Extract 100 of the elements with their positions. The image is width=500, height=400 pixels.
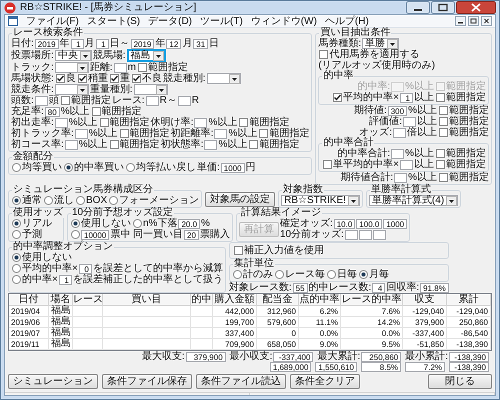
- menu-item[interactable]: ツール(T): [200, 16, 243, 26]
- target-horse-button[interactable]: 対象馬の設定: [205, 192, 276, 207]
- input-field[interactable]: 10.0: [334, 218, 356, 228]
- checkbox[interactable]: 範囲指定: [439, 172, 489, 183]
- close-icon[interactable]: [481, 16, 492, 26]
- input-field[interactable]: [146, 96, 159, 106]
- minimize-icon[interactable]: [406, 1, 430, 14]
- radio-button[interactable]: リアル: [12, 218, 52, 229]
- input-field[interactable]: 1: [58, 274, 72, 284]
- input-field[interactable]: [391, 148, 404, 158]
- checkbox[interactable]: 範囲指定: [439, 116, 489, 127]
- radio-button[interactable]: 日毎: [326, 269, 357, 280]
- input-field[interactable]: [400, 160, 413, 170]
- close-icon[interactable]: [456, 1, 496, 14]
- dropdown[interactable]: [54, 84, 89, 95]
- radio-button[interactable]: n%下落: [133, 218, 178, 229]
- input-field[interactable]: 300: [388, 106, 408, 116]
- input-field[interactable]: 1000: [383, 218, 408, 228]
- action-button[interactable]: シミュレーション: [8, 374, 98, 389]
- radio-button[interactable]: 平均的中率×: [12, 263, 78, 274]
- dropdown[interactable]: [206, 73, 241, 84]
- column-header[interactable]: 日付: [9, 294, 49, 306]
- input-field[interactable]: [178, 96, 191, 106]
- radio-button[interactable]: 均等買い: [12, 162, 62, 173]
- input-field[interactable]: 1: [96, 38, 109, 48]
- input-field[interactable]: 80: [44, 106, 60, 116]
- checkbox[interactable]: 範囲指定: [436, 148, 486, 159]
- minimize-icon[interactable]: [455, 16, 466, 26]
- input-field[interactable]: [194, 118, 208, 128]
- checkbox[interactable]: 範囲指定: [439, 105, 489, 116]
- input-field[interactable]: [393, 128, 406, 138]
- checkbox[interactable]: 単平均的中率×: [323, 159, 399, 170]
- radio-button[interactable]: レース毎: [274, 269, 325, 280]
- column-header[interactable]: 買い目: [103, 294, 191, 306]
- checkbox[interactable]: 範囲指定: [436, 92, 486, 103]
- radio-button[interactable]: 通常: [12, 195, 42, 206]
- menu-item[interactable]: ファイル(F): [26, 16, 79, 26]
- input-field[interactable]: [54, 118, 68, 128]
- checkbox[interactable]: 重: [110, 73, 130, 84]
- checkbox[interactable]: 不良: [132, 73, 162, 84]
- input-field[interactable]: [344, 230, 358, 240]
- input-field[interactable]: [214, 128, 228, 138]
- column-header[interactable]: 配当金: [257, 294, 299, 306]
- input-field[interactable]: 1: [70, 38, 84, 48]
- input-field[interactable]: 0: [78, 264, 92, 274]
- column-header[interactable]: レース: [73, 294, 103, 306]
- input-field[interactable]: [204, 140, 218, 150]
- checkbox[interactable]: 稍重: [78, 73, 108, 84]
- input-field[interactable]: 10000: [81, 230, 110, 240]
- input-field[interactable]: 4: [372, 282, 386, 292]
- checkbox[interactable]: 代用馬券を適用する: [319, 49, 420, 60]
- checkbox[interactable]: 範囲指定: [239, 117, 290, 128]
- checkbox[interactable]: 範囲指定: [60, 95, 111, 106]
- input-field[interactable]: 20: [184, 230, 199, 240]
- radio-button[interactable]: 月毎: [358, 269, 389, 280]
- checkbox[interactable]: 範囲指定: [439, 127, 489, 138]
- checkbox[interactable]: 範囲指定: [100, 117, 150, 128]
- action-button[interactable]: 条件ファイル読込: [196, 374, 286, 389]
- checkbox[interactable]: 良: [56, 73, 76, 84]
- radio-button[interactable]: BOX: [76, 195, 108, 206]
- column-header[interactable]: 的中: [191, 294, 213, 306]
- menu-item[interactable]: データ(D): [148, 16, 192, 26]
- input-field[interactable]: 1000: [220, 162, 245, 172]
- action-button[interactable]: 条件全クリア: [290, 374, 360, 389]
- radio-button[interactable]: 的中率買い: [64, 162, 124, 173]
- input-field[interactable]: 1: [400, 92, 413, 102]
- checkbox[interactable]: 範囲指定: [249, 139, 300, 150]
- input-field[interactable]: 2019: [34, 38, 59, 48]
- maximize-icon[interactable]: [431, 1, 455, 14]
- input-field[interactable]: 20.0: [178, 218, 200, 228]
- column-header[interactable]: 場名: [49, 294, 73, 306]
- dropdown[interactable]: [134, 84, 168, 95]
- checkbox[interactable]: 範囲指定: [436, 159, 486, 170]
- input-field[interactable]: [74, 128, 88, 138]
- radio-button[interactable]: フォーメーション: [109, 195, 200, 206]
- dropdown[interactable]: 単勝率計算式(4): [368, 195, 458, 206]
- input-field[interactable]: [34, 96, 48, 106]
- input-field[interactable]: [64, 140, 78, 150]
- radio-button[interactable]: 計のみ: [232, 269, 273, 280]
- input-field[interactable]: 12: [166, 38, 182, 48]
- input-field[interactable]: 55: [292, 282, 308, 292]
- radio-button[interactable]: 的中率×: [12, 274, 58, 285]
- menu-item[interactable]: ヘルプ(H): [324, 16, 369, 26]
- checkbox[interactable]: 平均的中率×: [333, 92, 399, 103]
- column-header[interactable]: 購入金額: [213, 294, 257, 306]
- input-field[interactable]: [358, 230, 372, 240]
- close-button[interactable]: 閉じる: [428, 374, 492, 389]
- menu-item[interactable]: スタート(S): [86, 16, 140, 26]
- radio-button[interactable]: 均等払い戻し: [126, 162, 196, 173]
- column-header[interactable]: レース的中率: [341, 294, 403, 306]
- dropdown[interactable]: 福島: [126, 49, 166, 62]
- radio-button[interactable]: 使用しない: [12, 252, 72, 263]
- dropdown[interactable]: RB☆STRIKE!: [281, 195, 360, 206]
- input-field[interactable]: [394, 172, 408, 182]
- input-field[interactable]: [372, 230, 386, 240]
- menu-item[interactable]: ウィンドウ(W): [250, 16, 317, 26]
- checkbox[interactable]: 範囲指定: [110, 139, 160, 150]
- input-field[interactable]: 2019: [130, 38, 154, 48]
- column-header[interactable]: 点的中率: [299, 294, 341, 306]
- radio-button[interactable]: 使用しない: [71, 218, 131, 229]
